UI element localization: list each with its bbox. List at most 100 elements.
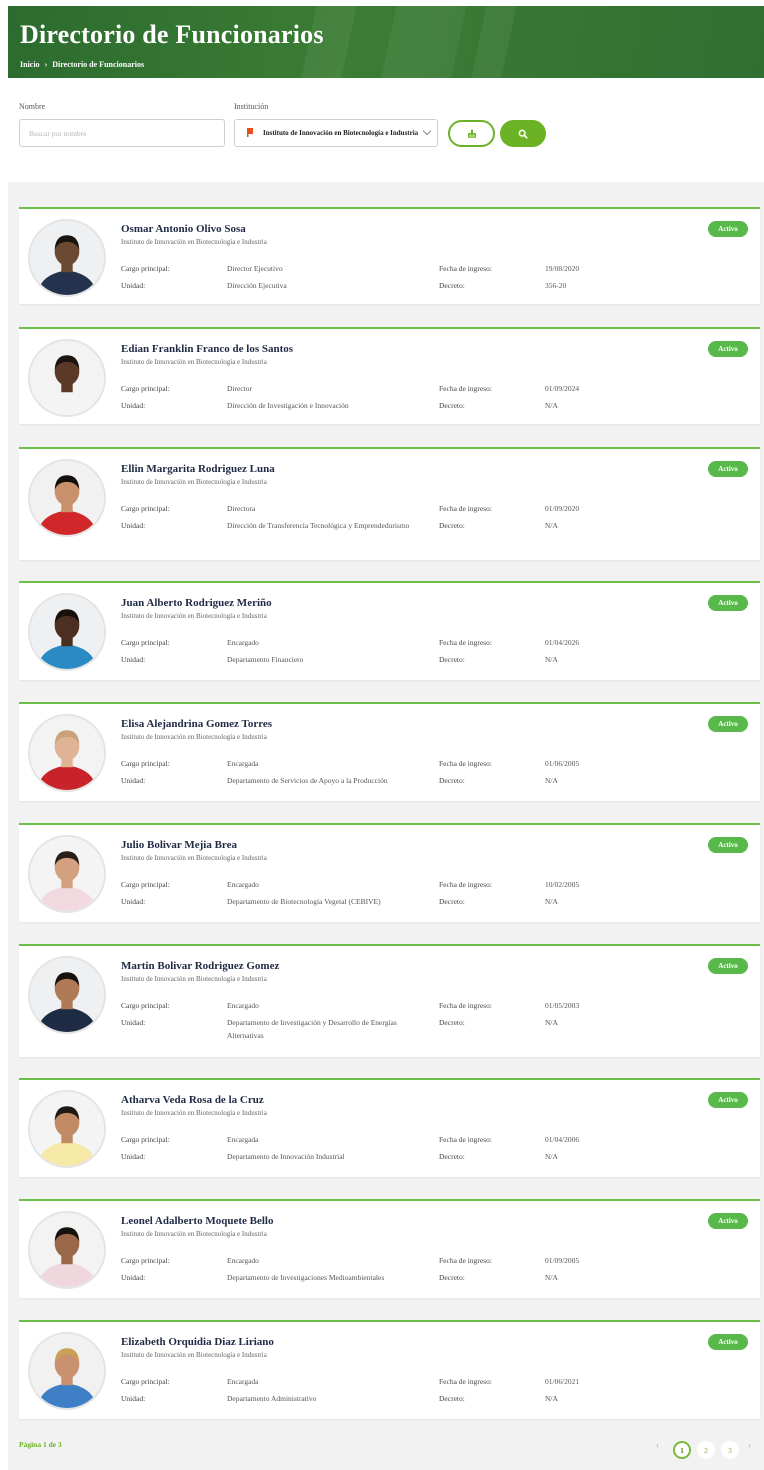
official-card[interactable]: Atharva Veda Rosa de la Cruz Instituto de… xyxy=(19,1078,760,1177)
page-button-3[interactable]: 3 xyxy=(721,1441,739,1459)
breadcrumb-current: Directorio de Funcionarios xyxy=(52,60,145,69)
official-institution: Instituto de Innovación en Biotecnología… xyxy=(121,1351,267,1359)
portrait-photo xyxy=(30,958,104,1032)
official-card[interactable]: Leonel Adalberto Moquete Bello Instituto … xyxy=(19,1199,760,1298)
cargo-label: Cargo principal: xyxy=(121,638,170,647)
institution-select[interactable]: Instituto de Innovación en Biotecnología… xyxy=(234,119,438,147)
decreto-value: N/A xyxy=(545,776,558,785)
portrait-photo xyxy=(30,341,104,415)
official-name[interactable]: Leonel Adalberto Moquete Bello xyxy=(121,1215,273,1227)
fecha-label: Fecha de ingreso: xyxy=(439,638,492,647)
avatar xyxy=(28,593,106,671)
unidad-value: Departamento Financiero xyxy=(227,655,304,664)
official-card[interactable]: Juan Alberto Rodriguez Meriño Instituto d… xyxy=(19,581,760,680)
chevron-down-icon xyxy=(422,126,432,136)
status-badge: Activo xyxy=(708,221,748,237)
official-card[interactable]: Martin Bolivar Rodriguez Gomez Instituto … xyxy=(19,944,760,1057)
cargo-value: Encargado xyxy=(227,880,259,889)
official-card[interactable]: Osmar Antonio Olivo Sosa Instituto de Inn… xyxy=(19,207,760,304)
unidad-value: Departamento de Innovación Industrial xyxy=(227,1152,345,1161)
decreto-label: Decreto: xyxy=(439,1018,465,1027)
fecha-label: Fecha de ingreso: xyxy=(439,1256,492,1265)
name-search-placeholder: Buscar por nombre xyxy=(29,129,87,138)
official-name[interactable]: Julio Bolivar Mejia Brea xyxy=(121,839,237,851)
decreto-label: Decreto: xyxy=(439,521,465,530)
broom-icon xyxy=(467,129,476,138)
official-name[interactable]: Elizabeth Orquidia Diaz Liriano xyxy=(121,1336,274,1348)
unidad-label: Unidad: xyxy=(121,1394,146,1403)
pagination-total: 3 xyxy=(57,1440,62,1449)
institution-filter-label: Institución xyxy=(234,102,269,111)
official-name[interactable]: Elisa Alejandrina Gomez Torres xyxy=(121,718,272,730)
fecha-label: Fecha de ingreso: xyxy=(439,1135,492,1144)
official-card[interactable]: Elizabeth Orquidia Diaz Liriano Instituto… xyxy=(19,1320,760,1419)
cargo-value: Director Ejecutivo xyxy=(227,264,283,273)
page-button-2[interactable]: 2 xyxy=(697,1441,715,1459)
unidad-value: Departamento de Biotecnología Vegetal (C… xyxy=(227,897,381,906)
official-institution: Instituto de Innovación en Biotecnología… xyxy=(121,1109,267,1117)
official-name[interactable]: Osmar Antonio Olivo Sosa xyxy=(121,223,246,235)
cargo-label: Cargo principal: xyxy=(121,759,170,768)
prev-page-button[interactable]: ‹ xyxy=(656,1440,659,1450)
fecha-label: Fecha de ingreso: xyxy=(439,759,492,768)
clear-filters-button[interactable] xyxy=(448,120,495,147)
fecha-value: 01/05/2003 xyxy=(545,1001,580,1010)
official-name[interactable]: Juan Alberto Rodriguez Meriño xyxy=(121,597,272,609)
cargo-label: Cargo principal: xyxy=(121,1001,170,1010)
cargo-label: Cargo principal: xyxy=(121,1377,170,1386)
decreto-label: Decreto: xyxy=(439,655,465,664)
official-card[interactable]: Ellin Margarita Rodriguez Luna Instituto … xyxy=(19,447,760,560)
decreto-label: Decreto: xyxy=(439,1394,465,1403)
next-page-button[interactable]: › xyxy=(748,1440,751,1450)
official-institution: Instituto de Innovación en Biotecnología… xyxy=(121,1230,267,1238)
fecha-label: Fecha de ingreso: xyxy=(439,880,492,889)
unidad-label: Unidad: xyxy=(121,655,146,664)
breadcrumb-home-link[interactable]: Inicio xyxy=(20,60,40,69)
decreto-label: Decreto: xyxy=(439,897,465,906)
portrait-photo xyxy=(30,1334,104,1408)
page-button-1[interactable]: 1 xyxy=(673,1441,691,1459)
status-badge: Activo xyxy=(708,837,748,853)
decreto-value: N/A xyxy=(545,1152,558,1161)
official-card[interactable]: Julio Bolivar Mejia Brea Instituto de Inn… xyxy=(19,823,760,922)
pagination-current: 1 xyxy=(42,1440,47,1449)
official-name[interactable]: Martin Bolivar Rodriguez Gomez xyxy=(121,960,279,972)
official-institution: Instituto de Innovación en Biotecnología… xyxy=(121,358,267,366)
decreto-label: Decreto: xyxy=(439,281,465,290)
cargo-value: Directora xyxy=(227,504,256,513)
status-badge: Activo xyxy=(708,341,748,357)
official-name[interactable]: Ellin Margarita Rodriguez Luna xyxy=(121,463,275,475)
fecha-value: 01/06/2005 xyxy=(545,759,580,768)
fecha-value: 10/02/2005 xyxy=(545,880,580,889)
fecha-label: Fecha de ingreso: xyxy=(439,1001,492,1010)
page-title: Directorio de Funcionarios xyxy=(20,20,324,49)
unidad-label: Unidad: xyxy=(121,1273,146,1282)
official-name[interactable]: Atharva Veda Rosa de la Cruz xyxy=(121,1094,264,1106)
official-name[interactable]: Edian Franklin Franco de los Santos xyxy=(121,343,293,355)
decreto-value: N/A xyxy=(545,897,558,906)
unidad-value: Departamento de Investigaciones Medioamb… xyxy=(227,1273,385,1282)
status-badge: Activo xyxy=(708,1213,748,1229)
search-button[interactable] xyxy=(500,120,546,147)
status-badge: Activo xyxy=(708,958,748,974)
official-institution: Instituto de Innovación en Biotecnología… xyxy=(121,975,267,983)
unidad-value: Dirección de Transferencia Tecnológica y… xyxy=(227,521,410,530)
official-institution: Instituto de Innovación en Biotecnología… xyxy=(121,854,267,862)
fecha-label: Fecha de ingreso: xyxy=(439,504,492,513)
cargo-value: Director xyxy=(227,384,252,393)
cargo-value: Encargado xyxy=(227,1256,259,1265)
official-card[interactable]: Elisa Alejandrina Gomez Torres Instituto … xyxy=(19,702,760,801)
pagination-prefix: Página xyxy=(19,1440,42,1449)
unidad-value: Dirección Ejecutiva xyxy=(227,281,287,290)
cargo-label: Cargo principal: xyxy=(121,880,170,889)
decreto-value: N/A xyxy=(545,1273,558,1282)
cargo-value: Encargada xyxy=(227,1135,259,1144)
fecha-value: 01/09/2005 xyxy=(545,1256,580,1265)
cargo-value: Encargada xyxy=(227,1377,259,1386)
official-card[interactable]: Edian Franklin Franco de los Santos Insti… xyxy=(19,327,760,424)
name-search-input[interactable]: Buscar por nombre xyxy=(19,119,225,147)
unidad-label: Unidad: xyxy=(121,281,146,290)
status-badge: Activo xyxy=(708,1092,748,1108)
official-institution: Instituto de Innovación en Biotecnología… xyxy=(121,478,267,486)
fecha-label: Fecha de ingreso: xyxy=(439,1377,492,1386)
